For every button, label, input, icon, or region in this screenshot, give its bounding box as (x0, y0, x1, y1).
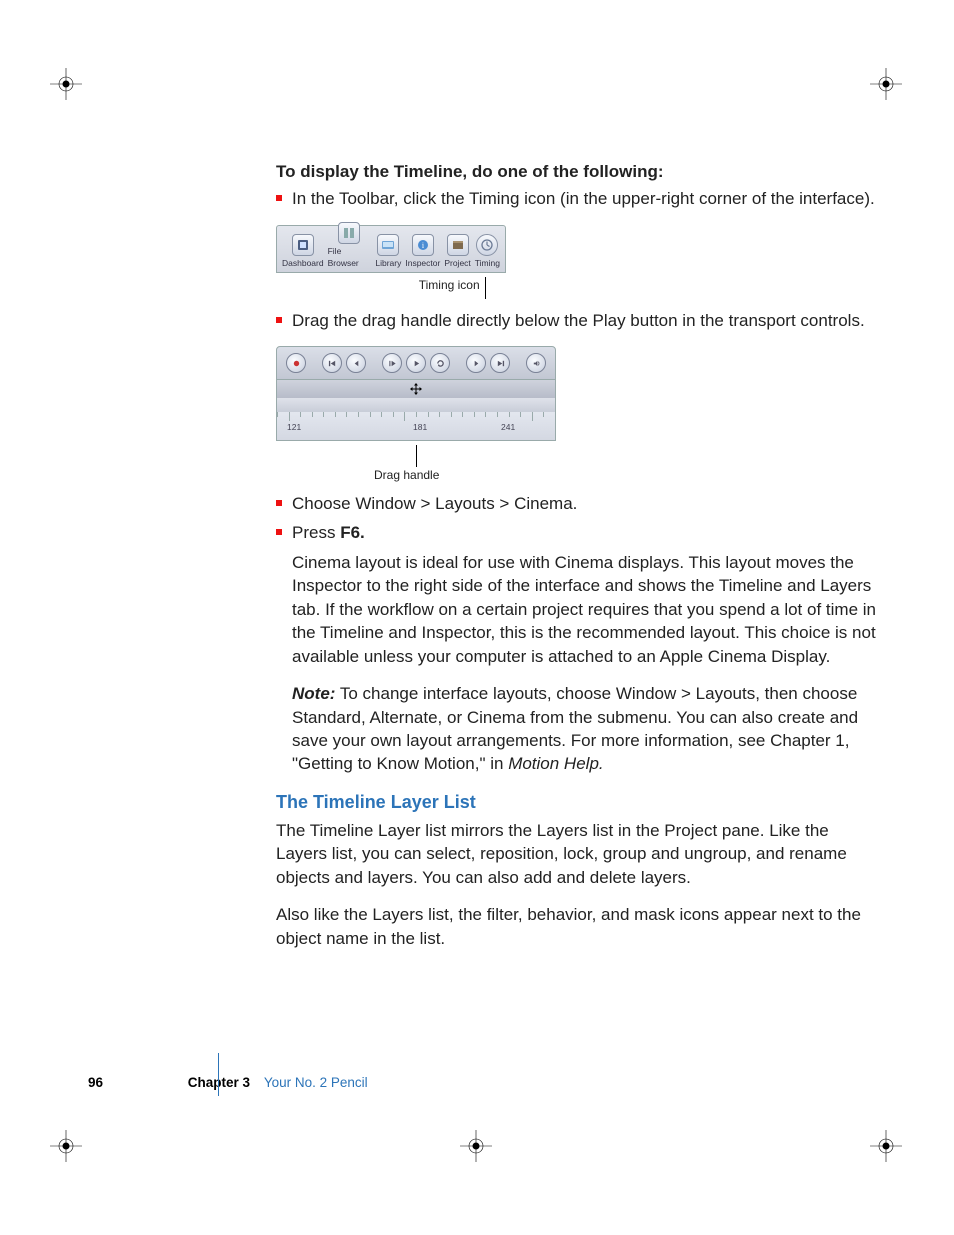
crop-mark-bottom-center (460, 1130, 492, 1162)
go-to-end-button[interactable] (490, 353, 510, 373)
spacer-bar (276, 398, 556, 412)
toolbar-item-file-browser[interactable]: File Browser (328, 222, 372, 269)
page-footer: 96 Chapter 3 Your No. 2 Pencil (88, 1075, 888, 1090)
audio-button[interactable] (526, 353, 546, 373)
bullet-icon (276, 317, 282, 323)
crop-mark-bottom-right (870, 1130, 902, 1162)
project-icon (447, 234, 469, 256)
toolbar-item-label: Project (444, 258, 470, 270)
bullet-text: Choose Window > Layouts > Cinema. (292, 492, 880, 515)
step-forward-button[interactable] (466, 353, 486, 373)
step-back-button[interactable] (346, 353, 366, 373)
footer-rule (218, 1053, 219, 1096)
body-paragraph: Also like the Layers list, the filter, b… (276, 903, 880, 950)
figure-callout: Timing icon (276, 277, 486, 299)
bullet-item: Press F6. (276, 521, 880, 544)
toolbar-item-project[interactable]: Project (444, 234, 470, 270)
ruler-label: 121 (287, 422, 301, 434)
bullet-icon (276, 529, 282, 535)
toolbar-item-inspector[interactable]: i Inspector (405, 234, 440, 270)
callout-leader-line (416, 445, 417, 467)
crop-mark-top-left (50, 68, 82, 100)
note-label: Note: (292, 684, 335, 703)
toolbar-item-library[interactable]: Library (375, 234, 401, 270)
ruler-label: 181 (413, 422, 427, 434)
page-number: 96 (88, 1075, 126, 1090)
ruler-label: 241 (501, 422, 515, 434)
toolbar-item-label: File Browser (328, 246, 372, 269)
toolbar-item-label: Timing (475, 258, 500, 270)
note-reference: Motion Help. (508, 754, 603, 773)
chapter-title: Your No. 2 Pencil (264, 1075, 368, 1090)
play-button[interactable] (406, 353, 426, 373)
bullet-item: In the Toolbar, click the Timing icon (i… (276, 187, 880, 210)
transport-controls (276, 346, 556, 380)
figure-callout: Drag handle (374, 445, 556, 484)
crop-mark-bottom-left (50, 1130, 82, 1162)
toolbar-item-dashboard[interactable]: Dashboard (282, 234, 324, 270)
figure-toolbar: Dashboard File Browser Library i Inspect… (276, 225, 506, 299)
callout-label: Drag handle (374, 467, 439, 484)
library-icon (377, 234, 399, 256)
drag-handle-icon (408, 383, 424, 395)
play-from-start-button[interactable] (382, 353, 402, 373)
bullet-icon (276, 195, 282, 201)
page-content: To display the Timeline, do one of the f… (130, 160, 880, 964)
bullet-icon (276, 500, 282, 506)
toolbar-item-label: Dashboard (282, 258, 324, 270)
go-to-start-button[interactable] (322, 353, 342, 373)
body-paragraph: The Timeline Layer list mirrors the Laye… (276, 819, 880, 889)
bullet-text: In the Toolbar, click the Timing icon (i… (292, 187, 880, 210)
ruler-ticks (277, 412, 555, 422)
figure-transport: 121 181 241 Drag handle (276, 346, 556, 484)
bullet-item: Drag the drag handle directly below the … (276, 309, 880, 332)
timeline-ruler[interactable]: 121 181 241 (276, 412, 556, 441)
callout-leader-line (485, 277, 486, 299)
section-heading: The Timeline Layer List (276, 790, 880, 815)
timing-icon (476, 234, 498, 256)
dashboard-icon (292, 234, 314, 256)
file-browser-icon (338, 222, 360, 244)
loop-button[interactable] (430, 353, 450, 373)
toolbar-item-label: Library (375, 258, 401, 270)
note-paragraph: Note: To change interface layouts, choos… (292, 682, 880, 776)
inspector-icon: i (412, 234, 434, 256)
body-paragraph: Cinema layout is ideal for use with Cine… (292, 551, 880, 668)
drag-bar[interactable] (276, 380, 556, 398)
toolbar: Dashboard File Browser Library i Inspect… (276, 225, 506, 273)
keyboard-key: F6. (340, 523, 365, 542)
toolbar-item-timing[interactable]: Timing (475, 234, 500, 270)
bullet-text-pre: Press (292, 523, 340, 542)
bullet-text: Drag the drag handle directly below the … (292, 309, 880, 332)
callout-label: Timing icon (419, 278, 480, 292)
toolbar-item-label: Inspector (405, 258, 440, 270)
crop-mark-top-right (870, 68, 902, 100)
bullet-item: Choose Window > Layouts > Cinema. (276, 492, 880, 515)
instruction-heading: To display the Timeline, do one of the f… (276, 160, 880, 183)
record-button[interactable] (286, 353, 306, 373)
bullet-text: Press F6. (292, 521, 880, 544)
